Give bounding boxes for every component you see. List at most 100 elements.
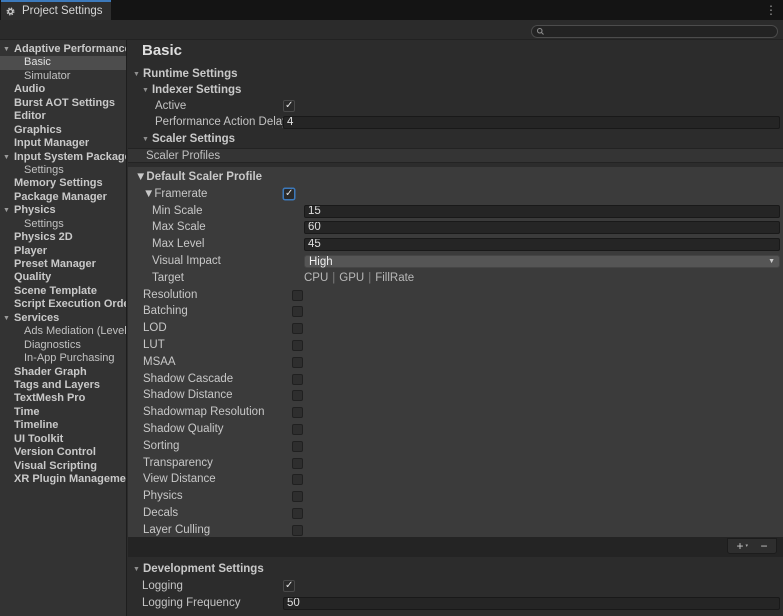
shadowmap-resolution-checkbox[interactable] [292,407,303,418]
foldout-arrow-icon[interactable]: ▼ [142,87,149,94]
sidebar-item-version-control[interactable]: Version Control [0,446,126,459]
sorting-checkbox[interactable] [292,441,303,452]
sidebar-item-editor[interactable]: Editor [0,110,126,123]
scaler-label: MSAA [143,354,176,370]
max-level-field[interactable] [304,238,780,251]
search-input[interactable] [548,26,773,37]
indexer-settings-foldout[interactable]: ▼Indexer Settings [128,82,783,98]
transparency-checkbox[interactable] [292,458,303,469]
min-scale-field[interactable] [304,205,780,218]
sidebar-item-basic[interactable]: Basic [0,56,126,69]
resolution-checkbox[interactable] [292,290,303,301]
logging-checkbox[interactable]: ✓ [283,580,295,592]
batching-checkbox[interactable] [292,306,303,317]
sidebar-item-visual-scripting[interactable]: Visual Scripting [0,460,126,473]
sidebar-item-ads-mediation[interactable]: Ads Mediation (Level [0,325,126,338]
performance-action-delay-row: Performance Action Delay [128,114,783,130]
sidebar-item-input-manager[interactable]: Input Manager [0,137,126,150]
runtime-settings-foldout[interactable]: ▼Runtime Settings [128,66,783,82]
shadow-distance-checkbox[interactable] [292,390,303,401]
sidebar-item-label: Basic [24,56,51,68]
kebab-menu-icon[interactable]: ⋮ [765,1,777,19]
search-icon [536,27,545,36]
foldout-arrow-icon[interactable]: ▼ [3,151,10,164]
sidebar-item-label: Physics [14,204,56,216]
list-footer-buttons: +▾ − [727,538,777,554]
sidebar-item-time[interactable]: Time [0,406,126,419]
scaler-label: Shadowmap Resolution [143,404,264,420]
sidebar-item-timeline[interactable]: Timeline [0,419,126,432]
scaler-row-decals: Decals [128,505,783,521]
sidebar-item-input-system-package[interactable]: ▼Input System Package [0,151,126,164]
visual-impact-dropdown[interactable]: High ▼ [304,255,780,268]
foldout-arrow-icon[interactable]: ▼ [3,312,10,325]
foldout-arrow-icon[interactable]: ▼ [133,71,140,78]
default-scaler-profile-foldout[interactable]: ▼Default Scaler Profile [128,169,783,185]
scaler-row-layer-culling: Layer Culling [128,522,783,538]
scaler-row-shadowmap-resolution: Shadowmap Resolution [128,404,783,420]
foldout-arrow-icon[interactable]: ▼ [142,136,149,143]
sidebar-item-package-manager[interactable]: Package Manager [0,191,126,204]
foldout-arrow-icon[interactable]: ▼ [135,171,146,183]
physics-checkbox[interactable] [292,491,303,502]
sidebar-item-services[interactable]: ▼ Services [0,312,126,325]
foldout-arrow-icon[interactable]: ▼ [133,566,140,573]
decals-checkbox[interactable] [292,508,303,519]
lod-checkbox[interactable] [292,323,303,334]
sidebar-item-diagnostics[interactable]: Diagnostics [0,339,126,352]
sidebar-item-ui-toolkit[interactable]: UI Toolkit [0,433,126,446]
active-checkbox[interactable]: ✓ [283,100,295,112]
shadow-quality-checkbox[interactable] [292,424,303,435]
sidebar-item-preset-manager[interactable]: Preset Manager [0,258,126,271]
scaler-settings-foldout[interactable]: ▼Scaler Settings [128,131,783,147]
sidebar-item-quality[interactable]: Quality [0,271,126,284]
sidebar-item-simulator[interactable]: Simulator [0,70,126,83]
lut-checkbox[interactable] [292,340,303,351]
remove-button[interactable]: − [752,539,776,553]
sidebar-item-audio[interactable]: Audio [0,83,126,96]
foldout-arrow-icon[interactable]: ▼ [3,204,10,217]
scaler-label: Shadow Quality [143,421,224,437]
sidebar-item-physics-2d[interactable]: Physics 2D [0,231,126,244]
sidebar-item-memory-settings[interactable]: Memory Settings [0,177,126,190]
sidebar-item-label: Version Control [14,446,96,458]
sidebar-item-label: Ads Mediation (Level [24,325,126,337]
logging-frequency-row: Logging Frequency [128,595,783,611]
logging-row: Logging ✓ [128,578,783,594]
sidebar-item-label: Scene Template [14,285,97,297]
development-settings-foldout[interactable]: ▼Development Settings [128,561,783,577]
tab-project-settings[interactable]: Project Settings [1,0,111,20]
performance-action-delay-field[interactable] [283,116,780,129]
sidebar-item-adaptive-performance[interactable]: ▼Adaptive Performance [0,43,126,56]
sidebar-item-label: Timeline [14,419,58,431]
sidebar-item-physics[interactable]: ▼ Physics [0,204,126,217]
add-button[interactable]: +▾ [728,539,752,553]
sidebar-item-label: Services [14,312,59,324]
msaa-checkbox[interactable] [292,357,303,368]
sidebar-item-script-execution-order[interactable]: Script Execution Order [0,298,126,311]
sidebar-item-tags-and-layers[interactable]: Tags and Layers [0,379,126,392]
scaler-list-footer: +▾ − [128,537,783,557]
scaler-row-lod: LOD [128,320,783,336]
sidebar-item-textmesh-pro[interactable]: TextMesh Pro [0,392,126,405]
search-box[interactable] [531,25,778,38]
view-distance-checkbox[interactable] [292,474,303,485]
max-scale-field[interactable] [304,221,780,234]
foldout-arrow-icon[interactable]: ▼ [143,188,154,200]
sidebar-item-burst-aot-settings[interactable]: Burst AOT Settings [0,97,126,110]
foldout-arrow-icon[interactable]: ▼ [3,43,10,56]
logging-frequency-field[interactable] [283,597,780,610]
sidebar-item-graphics[interactable]: Graphics [0,124,126,137]
sidebar-item-in-app-purchasing[interactable]: In-App Purchasing [0,352,126,365]
shadow-cascade-checkbox[interactable] [292,374,303,385]
sidebar-item-shader-graph[interactable]: Shader Graph [0,366,126,379]
sidebar-item-label: Preset Manager [14,258,96,270]
framerate-checkbox[interactable]: ✓ [283,188,295,200]
sidebar-item-physics-settings[interactable]: Settings [0,218,126,231]
layer-culling-checkbox[interactable] [292,525,303,536]
sidebar-item-input-system-settings[interactable]: Settings [0,164,126,177]
sidebar-item-scene-template[interactable]: Scene Template [0,285,126,298]
max-scale-label: Max Scale [152,219,206,235]
sidebar-item-xr-plugin-management[interactable]: XR Plugin Management [0,473,126,486]
sidebar-item-player[interactable]: Player [0,245,126,258]
